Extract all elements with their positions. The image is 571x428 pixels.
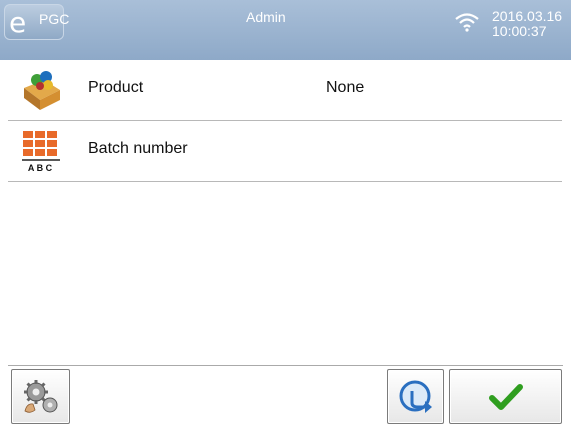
ok-button[interactable] <box>449 369 562 424</box>
product-box-icon <box>20 68 64 112</box>
product-value: None <box>326 79 365 96</box>
exit-button[interactable] <box>387 369 444 424</box>
batch-number-row[interactable]: A B C Batch number <box>8 121 562 182</box>
top-status-bar: e PGC Admin 2016.03.16 10:00:37 <box>0 0 571 60</box>
date-text: 2016.03.16 <box>492 8 563 24</box>
batch-abc-icon: A B C <box>20 129 64 173</box>
batch-number-label: Batch number <box>88 140 188 157</box>
product-label: Product <box>88 79 144 96</box>
wifi-icon <box>454 12 480 32</box>
product-row[interactable]: Product None <box>8 60 562 121</box>
settings-button[interactable] <box>11 369 70 424</box>
logo[interactable]: e PGC <box>4 4 69 40</box>
time-text: 10:00:37 <box>492 23 547 39</box>
footer-divider <box>8 365 563 366</box>
batch-icon-text: A B C <box>28 163 53 173</box>
logo-e-icon: e <box>9 6 27 39</box>
exit-arrow-icon <box>399 380 432 413</box>
app-name: PGC <box>39 11 70 27</box>
user-name: Admin <box>246 9 286 25</box>
settings-gears-icon <box>23 379 57 413</box>
checkmark-icon <box>488 383 523 410</box>
